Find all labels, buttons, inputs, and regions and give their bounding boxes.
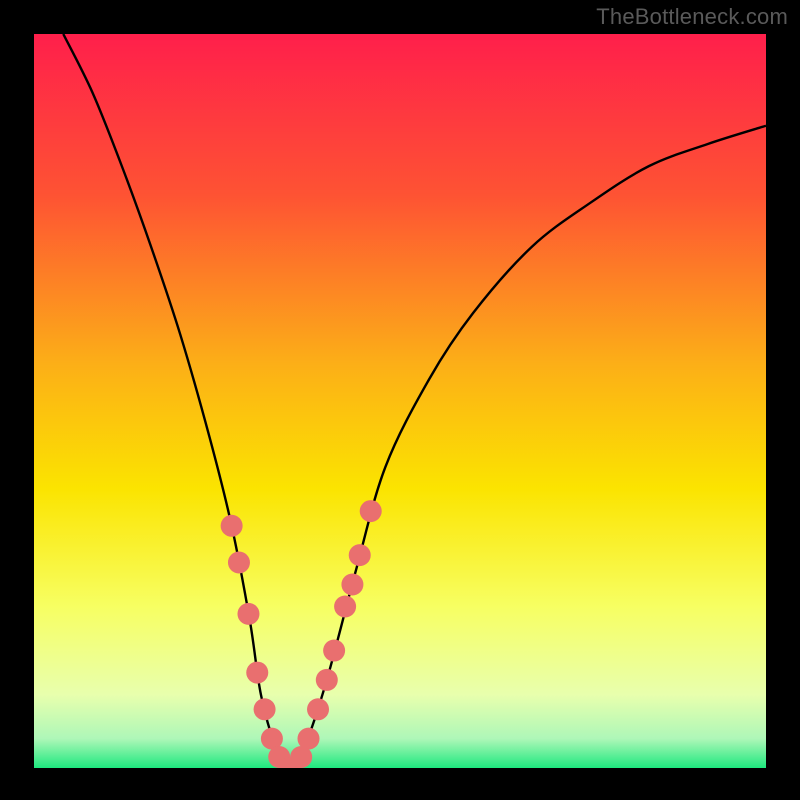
curve-marker xyxy=(228,551,250,573)
gradient-background xyxy=(34,34,766,768)
curve-marker xyxy=(246,662,268,684)
plot-area xyxy=(34,34,766,768)
watermark-text: TheBottleneck.com xyxy=(596,4,788,30)
curve-marker xyxy=(323,640,345,662)
curve-marker xyxy=(360,500,382,522)
curve-marker xyxy=(254,698,276,720)
curve-marker xyxy=(221,515,243,537)
curve-marker xyxy=(298,728,320,750)
chart-frame: TheBottleneck.com xyxy=(0,0,800,800)
bottleneck-curve-chart xyxy=(34,34,766,768)
curve-marker xyxy=(334,596,356,618)
curve-marker xyxy=(349,544,371,566)
curve-marker xyxy=(237,603,259,625)
curve-marker xyxy=(307,698,329,720)
curve-marker xyxy=(316,669,338,691)
curve-marker xyxy=(341,574,363,596)
